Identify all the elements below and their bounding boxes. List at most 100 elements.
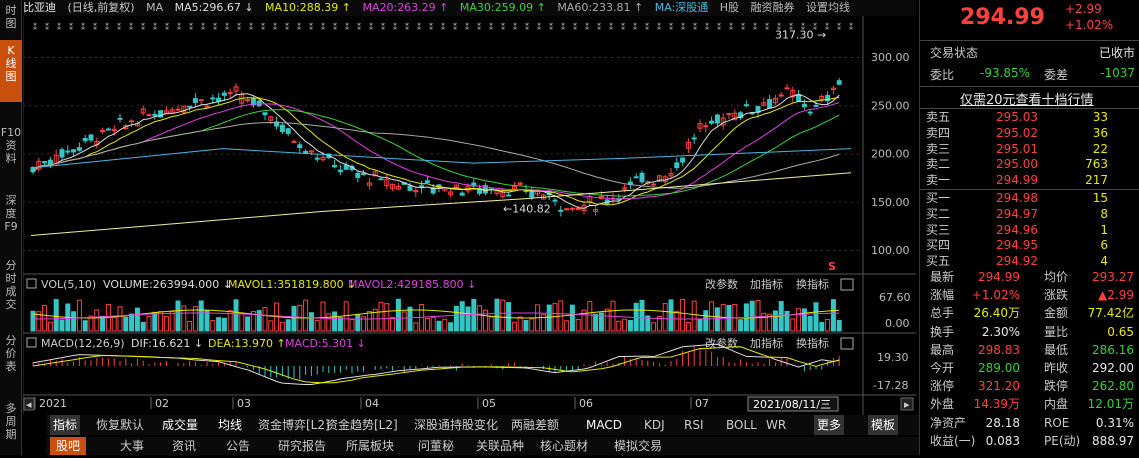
event-marker-icon[interactable]: ⁑ bbox=[225, 21, 229, 32]
event-marker-icon[interactable]: ⁑ bbox=[597, 21, 601, 32]
event-marker-icon[interactable]: ⁑ bbox=[465, 21, 469, 32]
event-marker-icon[interactable]: ⁑ bbox=[153, 21, 157, 32]
event-marker-icon[interactable]: ⁑ bbox=[777, 21, 781, 32]
event-marker-icon[interactable]: ⁑ bbox=[573, 21, 577, 32]
event-marker-icon[interactable]: ⁑ bbox=[405, 21, 409, 32]
event-marker-icon[interactable]: ⁑ bbox=[645, 21, 649, 32]
vol-switch-indicator-button[interactable]: 换指标 bbox=[796, 277, 829, 291]
event-marker-icon[interactable]: ⁑ bbox=[189, 21, 193, 32]
macd-close-icon[interactable] bbox=[840, 337, 854, 350]
left-tab-5[interactable]: 分价表 bbox=[0, 330, 22, 380]
event-marker-icon[interactable]: ⁑ bbox=[237, 21, 241, 32]
event-marker-icon[interactable]: ⁑ bbox=[513, 21, 517, 32]
vol-add-indicator-button[interactable]: 加指标 bbox=[750, 277, 783, 291]
indicator-tab-5[interactable]: 资金趋势[L2] bbox=[326, 415, 398, 435]
indicator-tab-11[interactable]: BOLL bbox=[726, 415, 757, 435]
info-tab-6[interactable]: 问董秘 bbox=[418, 437, 454, 455]
macd-collapse-icon[interactable] bbox=[26, 337, 37, 348]
ma-settings-button[interactable]: 设置均线 bbox=[806, 1, 850, 14]
vol-close-icon[interactable] bbox=[840, 278, 854, 291]
event-marker-icon[interactable]: ⁑ bbox=[165, 21, 169, 32]
event-marker-icon[interactable]: ⁑ bbox=[837, 21, 841, 32]
kline-chart-svg[interactable]: 300.00250.00200.00150.00100.00317.30 →←1… bbox=[23, 16, 916, 415]
event-marker-icon[interactable]: ⁑ bbox=[261, 21, 265, 32]
event-marker-icon[interactable]: ⁑ bbox=[345, 21, 349, 32]
left-tab-4[interactable]: 分时成交 bbox=[0, 255, 22, 313]
left-tab-1[interactable]: K线图 bbox=[0, 40, 22, 102]
event-marker-icon[interactable]: ⁑ bbox=[141, 21, 145, 32]
h-share-button[interactable]: H股 bbox=[720, 1, 739, 14]
info-tab-5[interactable]: 所属板块 bbox=[346, 437, 394, 455]
event-marker-icon[interactable]: ⁑ bbox=[69, 21, 73, 32]
vol-collapse-icon[interactable] bbox=[26, 278, 37, 289]
event-marker-icon[interactable]: ⁑ bbox=[549, 21, 553, 32]
event-marker-icon[interactable]: ⁑ bbox=[741, 21, 745, 32]
event-marker-icon[interactable]: ⁑ bbox=[813, 21, 817, 32]
indicator-tab-6[interactable]: 深股通持股变化 bbox=[414, 415, 498, 435]
event-marker-icon[interactable]: ⁑ bbox=[201, 21, 205, 32]
event-marker-icon[interactable]: ⁑ bbox=[177, 21, 181, 32]
event-marker-icon[interactable]: ⁑ bbox=[753, 21, 757, 32]
event-marker-icon[interactable]: ⁑ bbox=[633, 21, 637, 32]
indicator-tab-4[interactable]: 资金博弈[L2] bbox=[258, 415, 330, 435]
event-marker-icon[interactable]: ⁑ bbox=[537, 21, 541, 32]
event-marker-icon[interactable]: ⁑ bbox=[609, 21, 613, 32]
info-tab-9[interactable]: 模拟交易 bbox=[614, 437, 662, 455]
event-marker-icon[interactable]: ⁑ bbox=[489, 21, 493, 32]
left-tab-2[interactable]: F10 资料 bbox=[0, 122, 22, 177]
left-tab-0[interactable]: 时图 bbox=[0, 0, 22, 36]
indicator-tab-10[interactable]: RSI bbox=[684, 415, 704, 435]
indicator-tab-9[interactable]: KDJ bbox=[644, 415, 665, 435]
event-marker-icon[interactable]: ⁑ bbox=[273, 21, 277, 32]
event-marker-icon[interactable]: ⁑ bbox=[765, 21, 769, 32]
event-marker-icon[interactable]: ⁑ bbox=[621, 21, 625, 32]
left-tab-6[interactable]: 多周期 bbox=[0, 398, 22, 454]
event-marker-icon[interactable]: ⁑ bbox=[501, 21, 505, 32]
event-marker-icon[interactable]: ⁑ bbox=[477, 21, 481, 32]
info-tab-1[interactable]: 大事 bbox=[120, 437, 144, 455]
margin-trading-button[interactable]: 融资融券 bbox=[751, 1, 795, 14]
indicator-tab-3[interactable]: 均线 bbox=[218, 415, 242, 435]
indicator-tab-14[interactable]: 模板 bbox=[868, 415, 899, 435]
event-marker-icon[interactable]: ⁑ bbox=[117, 21, 121, 32]
event-marker-icon[interactable]: ⁑ bbox=[105, 21, 109, 32]
event-marker-icon[interactable]: ⁑ bbox=[321, 21, 325, 32]
event-marker-icon[interactable]: ⁑ bbox=[93, 21, 97, 32]
event-marker-icon[interactable]: ⁑ bbox=[429, 21, 433, 32]
event-marker-icon[interactable]: ⁑ bbox=[729, 21, 733, 32]
event-marker-icon[interactable]: ⁑ bbox=[33, 21, 37, 32]
event-marker-icon[interactable]: ⁑ bbox=[585, 21, 589, 32]
indicator-tab-1[interactable]: 恢复默认 bbox=[96, 415, 144, 435]
event-marker-icon[interactable]: ⁑ bbox=[213, 21, 217, 32]
event-marker-icon[interactable]: ⁑ bbox=[333, 21, 337, 32]
macd-switch-indicator-button[interactable]: 换指标 bbox=[796, 336, 829, 350]
info-tab-4[interactable]: 研究报告 bbox=[278, 437, 326, 455]
event-marker-icon[interactable]: ⁑ bbox=[705, 21, 709, 32]
vol-params-button[interactable]: 改参数 bbox=[705, 277, 738, 291]
event-marker-icon[interactable]: ⁑ bbox=[381, 21, 385, 32]
event-marker-icon[interactable]: ⁑ bbox=[789, 21, 793, 32]
indicator-tab-8[interactable]: MACD bbox=[586, 415, 622, 435]
indicator-tab-7[interactable]: 两融差额 bbox=[511, 415, 559, 435]
indicator-tab-13[interactable]: 更多 bbox=[814, 415, 845, 435]
upgrade-promo-link[interactable]: 仅需20元查看十档行情 bbox=[960, 89, 1094, 108]
event-marker-icon[interactable]: ⁑ bbox=[81, 21, 85, 32]
macd-add-indicator-button[interactable]: 加指标 bbox=[750, 336, 783, 350]
indicator-tab-12[interactable]: WR bbox=[766, 415, 786, 435]
event-marker-icon[interactable]: ⁑ bbox=[357, 21, 361, 32]
event-marker-icon[interactable]: ⁑ bbox=[525, 21, 529, 32]
event-marker-icon[interactable]: ⁑ bbox=[825, 21, 829, 32]
event-marker-icon[interactable]: ⁑ bbox=[681, 21, 685, 32]
event-marker-icon[interactable]: ⁑ bbox=[441, 21, 445, 32]
event-marker-icon[interactable]: ⁑ bbox=[717, 21, 721, 32]
event-marker-icon[interactable]: ⁑ bbox=[453, 21, 457, 32]
event-marker-icon[interactable]: ⁑ bbox=[417, 21, 421, 32]
event-marker-icon[interactable]: ⁑ bbox=[393, 21, 397, 32]
ma-switch[interactable]: MA bbox=[146, 1, 163, 14]
info-tab-2[interactable]: 资讯 bbox=[172, 437, 196, 455]
left-tab-3[interactable]: 深度 F9 bbox=[0, 190, 22, 238]
event-marker-icon[interactable]: ⁑ bbox=[561, 21, 565, 32]
event-marker-icon[interactable]: ⁑ bbox=[249, 21, 253, 32]
indicator-tab-0[interactable]: 指标 bbox=[50, 415, 81, 435]
event-marker-icon[interactable]: ⁑ bbox=[693, 21, 697, 32]
